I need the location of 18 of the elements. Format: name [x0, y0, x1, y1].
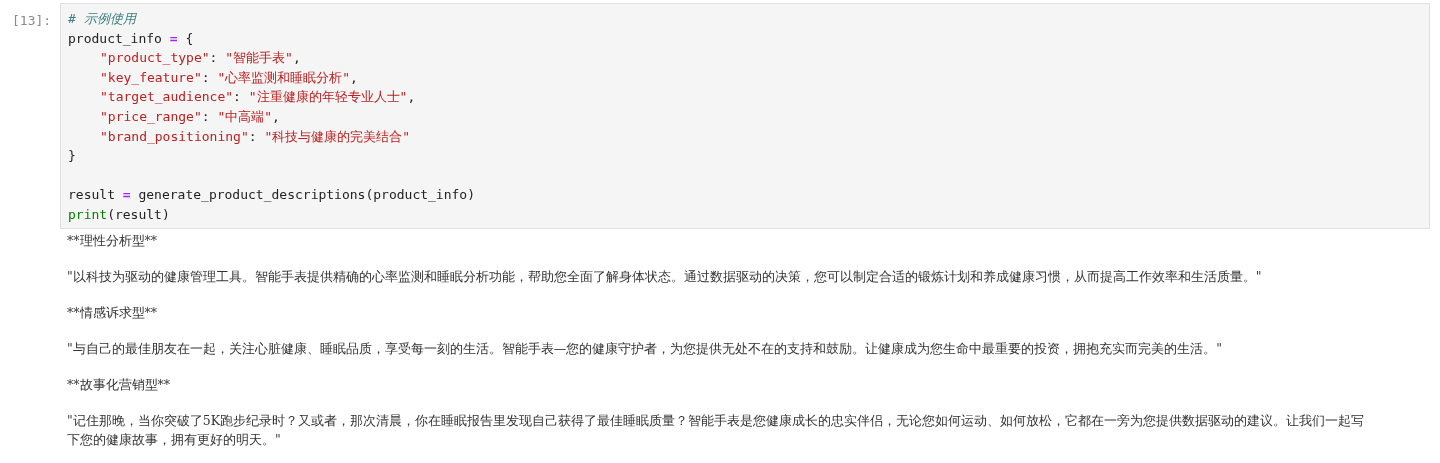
code-cell[interactable]: [60, 3, 1430, 229]
output-text: "以科技为驱动的健康管理工具。智能手表提供精确的心率监测和睡眠分析功能，帮助您全面了解身体状态。通过数据驱动的决策，您可以制定合适的锻炼计划和养成健康习惯，从而提高工作效率和生活质量。": [67, 267, 1263, 286]
output-text: "与自己的最佳朋友在一起，关注心脏健康、睡眠品质，享受每一刻的生活。智能手表—您的健康守护者，为您提供无处不在的支持和鼓励。让健康成为您生命中最重要的投资，拥抱充实而完美的生活。": [67, 339, 1223, 358]
execution-count: [13]:: [12, 12, 53, 30]
code-line: # 示例使用: [68, 10, 138, 28]
output-text: **故事化营销型**: [67, 375, 171, 394]
code-line: print(result): [68, 205, 171, 224]
code-line: "target_audience": "注重健康的年轻专业人士",: [99, 88, 417, 107]
output-text: "记住那晚，当你突破了5K跑步纪录时？又或者，那次清晨，你在睡眠报告里发现自己获得了最佳睡眠质量？智能手表是您健康成长的忠实伴侣，无论您如何运动、如何放松，它都在一旁为您提供数据驱动的建议。让我们一起写下您的健康故事，拥有更好的明天。": [67, 411, 1366, 449]
code-line: "price_range": "中高端",: [99, 107, 281, 126]
code-line: product_info = {: [68, 29, 195, 48]
output-text: **情感诉求型**: [67, 303, 158, 322]
code-line: "key_feature": "心率监测和睡眠分析",: [99, 68, 359, 87]
output-text: **理性分析型**: [67, 231, 158, 250]
code-line: result = generate_product_descriptions(product_info): [68, 186, 476, 205]
code-line: "brand_positioning": "科技与健康的完美结合": [99, 127, 412, 146]
code-line: "product_type": "智能手表",: [99, 49, 302, 68]
code-line: }: [68, 147, 77, 166]
